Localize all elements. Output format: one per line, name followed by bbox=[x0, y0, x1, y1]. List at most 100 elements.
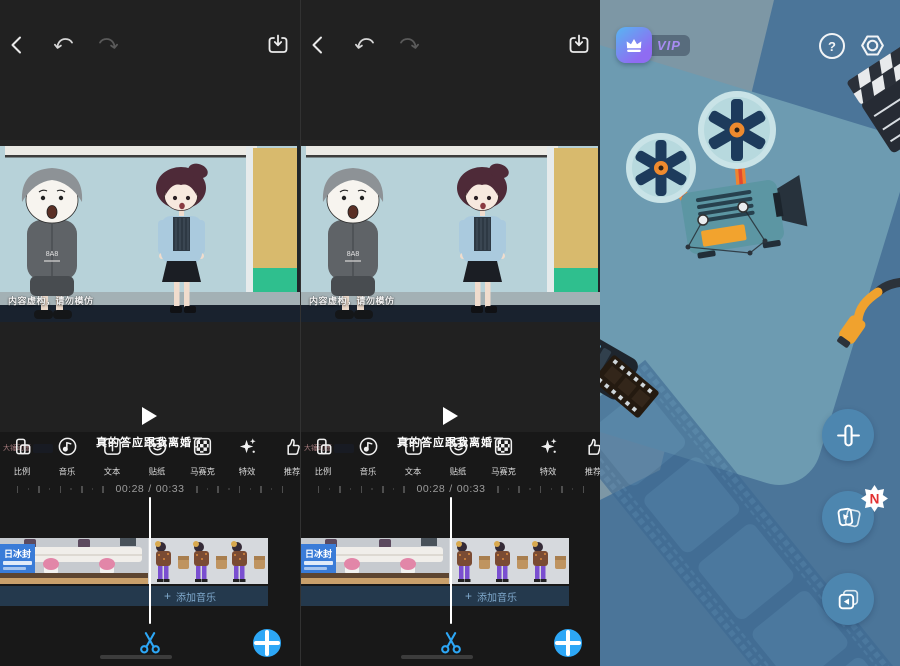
tool-sticker-button[interactable]: 贴纸 bbox=[135, 436, 180, 484]
time-separator: / bbox=[449, 483, 452, 495]
video-cards-icon bbox=[835, 504, 862, 531]
playhead bbox=[450, 497, 452, 624]
tool-ratio-button[interactable]: 比例 bbox=[0, 436, 45, 484]
tool-label: 贴纸 bbox=[450, 466, 467, 478]
tool-effects-button[interactable]: 特效 bbox=[526, 436, 571, 484]
play-button[interactable] bbox=[142, 407, 157, 425]
plus-icon bbox=[554, 629, 582, 657]
editor-panel-1: 8A8 bbox=[0, 0, 300, 666]
export-button[interactable] bbox=[266, 33, 290, 57]
current-time: 00:28 bbox=[116, 483, 145, 495]
back-chevron-icon bbox=[6, 33, 30, 57]
home-panel: VIP ? N bbox=[600, 0, 900, 666]
tool-sticker-button[interactable]: 贴纸 bbox=[436, 436, 481, 484]
tool-mosaic-button[interactable]: 马赛克 bbox=[481, 436, 526, 484]
fab-splice-button[interactable] bbox=[822, 409, 874, 461]
ruler-ticks-left bbox=[7, 486, 109, 493]
tool-label: 音乐 bbox=[360, 466, 377, 478]
export-download-icon bbox=[567, 33, 591, 57]
tool-recommend-button[interactable]: 推荐 bbox=[571, 436, 600, 484]
tool-text-button[interactable]: 文本 bbox=[391, 436, 436, 484]
settings-button[interactable] bbox=[858, 31, 887, 60]
filmstrip-thumbnails: 日冰封 bbox=[0, 538, 268, 584]
tool-label: 比例 bbox=[14, 466, 31, 478]
timeline-clip[interactable]: 日冰封 bbox=[0, 538, 268, 584]
tool-mosaic-button[interactable]: 马赛克 bbox=[180, 436, 225, 484]
current-time: 00:28 bbox=[417, 483, 446, 495]
add-music-row[interactable]: + 添加音乐 bbox=[301, 586, 569, 606]
tool-effects-button[interactable]: 特效 bbox=[225, 436, 270, 484]
tool-recommend-button[interactable]: 推荐 bbox=[270, 436, 300, 484]
add-clip-button[interactable] bbox=[253, 629, 281, 657]
mosaic-icon bbox=[493, 436, 514, 462]
tool-label: 比例 bbox=[315, 466, 332, 478]
time-separator: / bbox=[148, 483, 151, 495]
video-preview[interactable]: 8A8 bbox=[301, 140, 600, 322]
tool-label: 马赛克 bbox=[491, 466, 516, 478]
tool-ratio-button[interactable]: 比例 bbox=[301, 436, 346, 484]
tools-bar: 比例 音乐 文本 贴纸 马赛克 特效 推荐 bbox=[0, 436, 300, 484]
splice-icon bbox=[835, 422, 862, 449]
time-display: 00:28 / 00:33 bbox=[417, 483, 486, 495]
fab-templates-button[interactable]: N bbox=[822, 491, 874, 543]
scissors-icon bbox=[437, 630, 465, 655]
scissors-icon bbox=[136, 630, 164, 655]
music-icon bbox=[358, 436, 379, 462]
total-time: 00:33 bbox=[156, 483, 185, 495]
time-ruler: 00:28 / 00:33 bbox=[0, 480, 300, 498]
svg-text:N: N bbox=[870, 491, 880, 506]
svg-text:日冰封: 日冰封 bbox=[305, 548, 332, 559]
export-download-icon bbox=[266, 33, 290, 57]
undo-arrow-icon bbox=[353, 33, 377, 57]
add-music-row[interactable]: + 添加音乐 bbox=[0, 586, 268, 606]
clip-title-card: 日冰封 bbox=[301, 544, 336, 573]
vip-crown-icon bbox=[616, 27, 652, 63]
back-button[interactable] bbox=[307, 33, 331, 57]
mosaic-icon bbox=[192, 436, 213, 462]
back-button[interactable] bbox=[6, 33, 30, 57]
timeline-clip[interactable]: 日冰封 bbox=[301, 538, 569, 584]
tool-label: 文本 bbox=[104, 466, 121, 478]
effects-icon bbox=[237, 436, 258, 462]
play-button[interactable] bbox=[443, 407, 458, 425]
tool-label: 贴纸 bbox=[149, 466, 166, 478]
undo-button[interactable] bbox=[52, 33, 76, 57]
help-button[interactable]: ? bbox=[819, 33, 845, 59]
undo-button[interactable] bbox=[353, 33, 377, 57]
plus-icon: + bbox=[465, 589, 472, 603]
clip-square-icon bbox=[835, 586, 862, 613]
tool-label: 马赛克 bbox=[190, 466, 215, 478]
gear-icon bbox=[858, 31, 887, 60]
ruler-ticks-left bbox=[308, 486, 410, 493]
clip-title-card: 日冰封 bbox=[0, 544, 35, 573]
video-preview[interactable]: 8A8 bbox=[0, 140, 300, 322]
tool-label: 文本 bbox=[405, 466, 422, 478]
new-badge: N bbox=[861, 485, 878, 502]
tool-label: 推荐 bbox=[585, 466, 600, 478]
tool-label: 音乐 bbox=[59, 466, 76, 478]
effects-icon bbox=[538, 436, 559, 462]
ratio-icon bbox=[313, 436, 334, 462]
back-chevron-icon bbox=[307, 33, 331, 57]
ruler-ticks-right bbox=[191, 486, 293, 493]
fab-clips-button[interactable] bbox=[822, 573, 874, 625]
tool-label: 特效 bbox=[239, 466, 256, 478]
redo-arrow-icon bbox=[397, 33, 421, 57]
music-icon bbox=[57, 436, 78, 462]
redo-button[interactable] bbox=[96, 33, 120, 57]
add-music-label: 添加音乐 bbox=[477, 589, 517, 604]
tool-music-button[interactable]: 音乐 bbox=[45, 436, 90, 484]
add-clip-button[interactable] bbox=[554, 629, 582, 657]
redo-button[interactable] bbox=[397, 33, 421, 57]
svg-text:8A8: 8A8 bbox=[347, 251, 360, 258]
tool-music-button[interactable]: 音乐 bbox=[346, 436, 391, 484]
cut-button[interactable] bbox=[437, 630, 465, 655]
time-ruler: 00:28 / 00:33 bbox=[301, 480, 600, 498]
cut-button[interactable] bbox=[136, 630, 164, 655]
filmstrip-thumbnails: 日冰封 bbox=[301, 538, 569, 584]
plus-icon: + bbox=[164, 589, 171, 603]
vip-badge[interactable]: VIP bbox=[616, 27, 690, 63]
time-display: 00:28 / 00:33 bbox=[116, 483, 185, 495]
export-button[interactable] bbox=[567, 33, 591, 57]
tool-text-button[interactable]: 文本 bbox=[90, 436, 135, 484]
